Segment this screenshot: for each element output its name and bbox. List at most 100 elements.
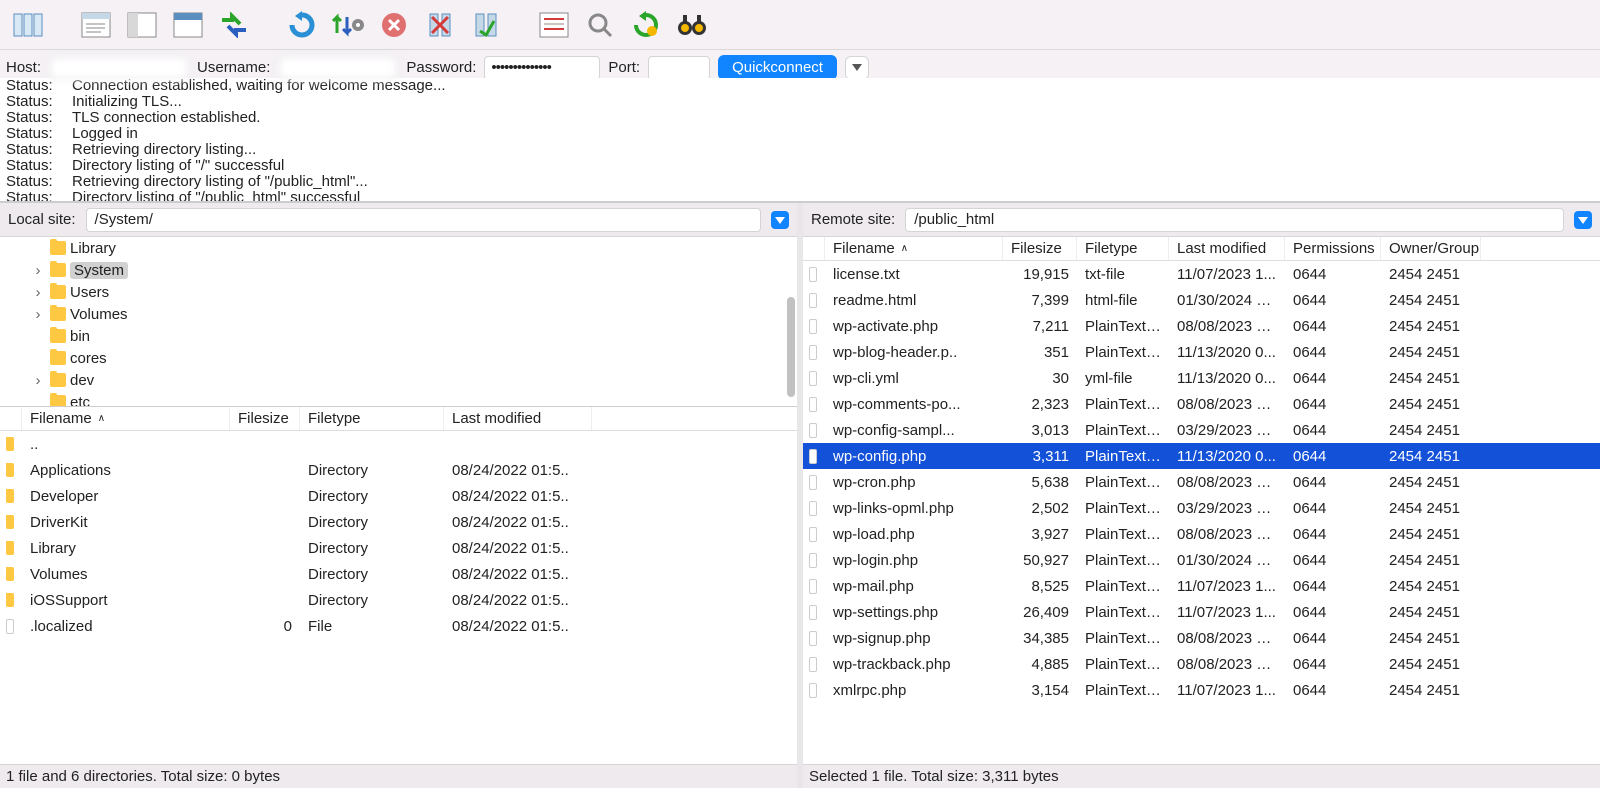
log-row: Status:Directory listing of "/" successf… [6,158,1594,174]
file-row[interactable]: readme.html7,399html-file01/30/2024 1...… [803,287,1600,313]
file-row[interactable]: xmlrpc.php3,154PlainTextT..11/07/2023 1.… [803,677,1600,703]
col-filename[interactable]: Filename∧ [22,407,230,430]
process-queue-icon[interactable] [326,5,370,45]
folder-icon [6,437,14,451]
sync-icon[interactable] [624,5,668,45]
tree-item[interactable]: ›Volumes [0,303,797,325]
local-site-bar: Local site: /System/ [0,203,797,237]
local-tree[interactable]: Library›System›Users›Volumesbincores›dev… [0,237,797,407]
refresh-icon[interactable] [280,5,324,45]
file-icon [809,501,817,516]
file-icon [809,657,817,672]
remote-path-input[interactable]: /public_html [905,208,1564,232]
password-input[interactable] [484,56,600,80]
tree-item[interactable]: Library [0,237,797,259]
tree-item[interactable]: cores [0,347,797,369]
file-row[interactable]: wp-activate.php7,211PlainTextT..08/08/20… [803,313,1600,339]
tree-item[interactable]: bin [0,325,797,347]
local-status: 1 file and 6 directories. Total size: 0 … [0,764,797,788]
folder-icon [6,593,14,607]
toolbar [0,0,1600,50]
file-row[interactable]: wp-settings.php26,409PlainTextT..11/07/2… [803,599,1600,625]
port-input[interactable] [648,56,710,80]
remote-file-list[interactable]: license.txt19,915txt-file11/07/2023 1...… [803,261,1600,764]
file-row[interactable]: wp-cron.php5,638PlainTextT..08/08/2023 1… [803,469,1600,495]
folder-icon [6,541,14,555]
message-log[interactable]: Status:Connection established, waiting f… [0,78,1600,202]
disconnect-icon[interactable] [418,5,462,45]
log-row: Status:Directory listing of "/public_htm… [6,190,1594,202]
toggle-remote-tree-icon[interactable] [166,5,210,45]
log-row: Status:TLS connection established. [6,110,1594,126]
quickconnect-button[interactable]: Quickconnect [718,55,837,80]
tree-item[interactable]: ›Users [0,281,797,303]
tree-item[interactable]: ›System [0,259,797,281]
col-lastmod[interactable]: Last modified [444,407,592,430]
file-row[interactable]: wp-links-opml.php2,502PlainTextT..03/29/… [803,495,1600,521]
folder-icon [6,567,14,581]
folder-icon [50,373,66,387]
local-path-dropdown[interactable] [771,211,789,229]
remote-path-dropdown[interactable] [1574,211,1592,229]
col-filename[interactable]: Filename∧ [825,237,1003,260]
binoculars-icon[interactable] [670,5,714,45]
folder-icon [50,329,66,343]
username-label: Username: [197,59,270,76]
file-row[interactable]: wp-signup.php34,385PlainTextT..08/08/202… [803,625,1600,651]
tree-item[interactable]: ›dev [0,369,797,391]
folder-icon [50,285,66,299]
cancel-icon[interactable] [372,5,416,45]
file-row[interactable]: wp-mail.php8,525PlainTextT..11/07/2023 1… [803,573,1600,599]
col-permissions[interactable]: Permissions [1285,237,1381,260]
col-lastmod[interactable]: Last modified [1169,237,1285,260]
file-row[interactable]: wp-trackback.php4,885PlainTextT..08/08/2… [803,651,1600,677]
file-row[interactable]: .. [0,431,797,457]
site-manager-icon[interactable] [6,5,50,45]
quickconnect-dropdown[interactable] [845,56,869,80]
file-row[interactable]: wp-load.php3,927PlainTextT..08/08/2023 1… [803,521,1600,547]
file-icon [809,397,817,412]
col-owner[interactable]: Owner/Group [1381,237,1481,260]
col-filetype[interactable]: Filetype [1077,237,1169,260]
file-icon [809,423,817,438]
col-filesize[interactable]: Filesize [1003,237,1077,260]
file-row[interactable]: wp-config-sampl...3,013PlainTextT..03/29… [803,417,1600,443]
file-row[interactable]: VolumesDirectory08/24/2022 01:5.. [0,561,797,587]
toggle-queue-icon[interactable] [212,5,256,45]
file-row[interactable]: ApplicationsDirectory08/24/2022 01:5.. [0,457,797,483]
filter-icon[interactable] [532,5,576,45]
port-label: Port: [608,59,640,76]
host-input[interactable] [49,56,189,80]
file-row[interactable]: license.txt19,915txt-file11/07/2023 1...… [803,261,1600,287]
remote-site-label: Remote site: [811,211,895,228]
file-row[interactable]: DeveloperDirectory08/24/2022 01:5.. [0,483,797,509]
file-row[interactable]: DriverKitDirectory08/24/2022 01:5.. [0,509,797,535]
file-panes: Local site: /System/ Library›System›User… [0,202,1600,788]
file-row[interactable]: .localized0File08/24/2022 01:5.. [0,613,797,639]
file-row[interactable]: wp-cli.yml30yml-file11/13/2020 0...06442… [803,365,1600,391]
file-row[interactable]: iOSSupportDirectory08/24/2022 01:5.. [0,587,797,613]
toggle-log-icon[interactable] [74,5,118,45]
reconnect-icon[interactable] [464,5,508,45]
file-icon [809,267,817,282]
col-filetype[interactable]: Filetype [300,407,444,430]
remote-columns: Filename∧ Filesize Filetype Last modifie… [803,237,1600,261]
file-row[interactable]: wp-comments-po...2,323PlainTextT..08/08/… [803,391,1600,417]
file-row[interactable]: LibraryDirectory08/24/2022 01:5.. [0,535,797,561]
log-row: Status:Retrieving directory listing... [6,142,1594,158]
col-filesize[interactable]: Filesize [230,407,300,430]
scrollbar[interactable] [787,297,795,397]
search-icon[interactable] [578,5,622,45]
password-label: Password: [406,59,476,76]
local-path-input[interactable]: /System/ [86,208,761,232]
local-file-list[interactable]: ..ApplicationsDirectory08/24/2022 01:5..… [0,431,797,764]
file-row[interactable]: wp-config.php3,311PlainTextT..11/13/2020… [803,443,1600,469]
toggle-local-tree-icon[interactable] [120,5,164,45]
username-input[interactable] [278,56,398,80]
file-icon [809,319,817,334]
file-icon [809,579,817,594]
file-row[interactable]: wp-blog-header.p..351PlainTextT..11/13/2… [803,339,1600,365]
file-row[interactable]: wp-login.php50,927PlainTextT..01/30/2024… [803,547,1600,573]
file-icon [809,527,817,542]
tree-item[interactable]: etc [0,391,797,407]
